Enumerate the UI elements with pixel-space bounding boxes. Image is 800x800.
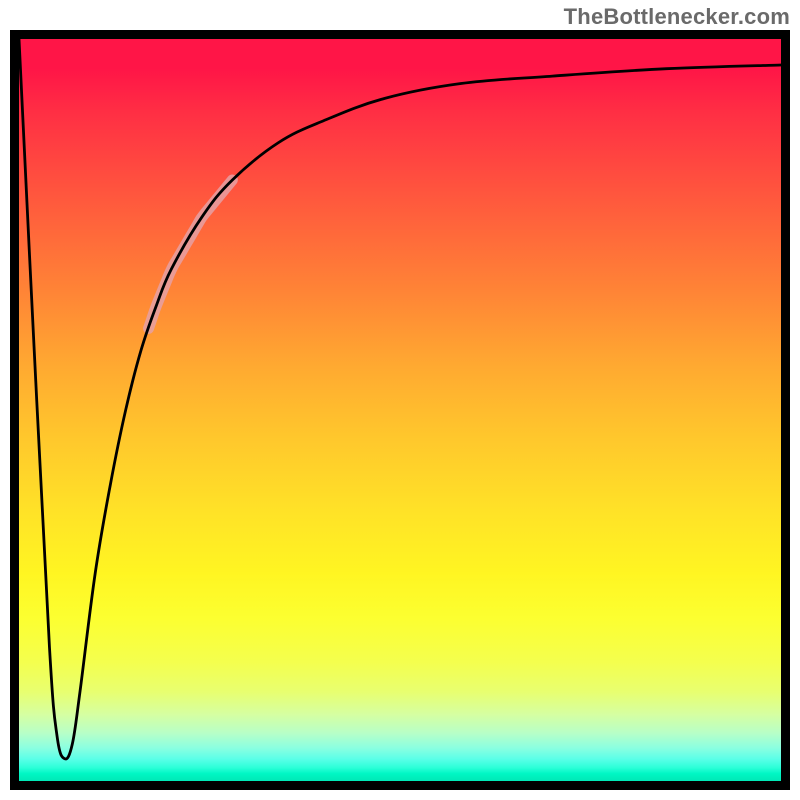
- chart-plot-area: [10, 30, 790, 790]
- curve-highlight-segment: [149, 180, 233, 328]
- attribution-label: TheBottlenecker.com: [564, 4, 790, 30]
- bottleneck-curve: [19, 39, 781, 759]
- chart-svg: [19, 39, 781, 781]
